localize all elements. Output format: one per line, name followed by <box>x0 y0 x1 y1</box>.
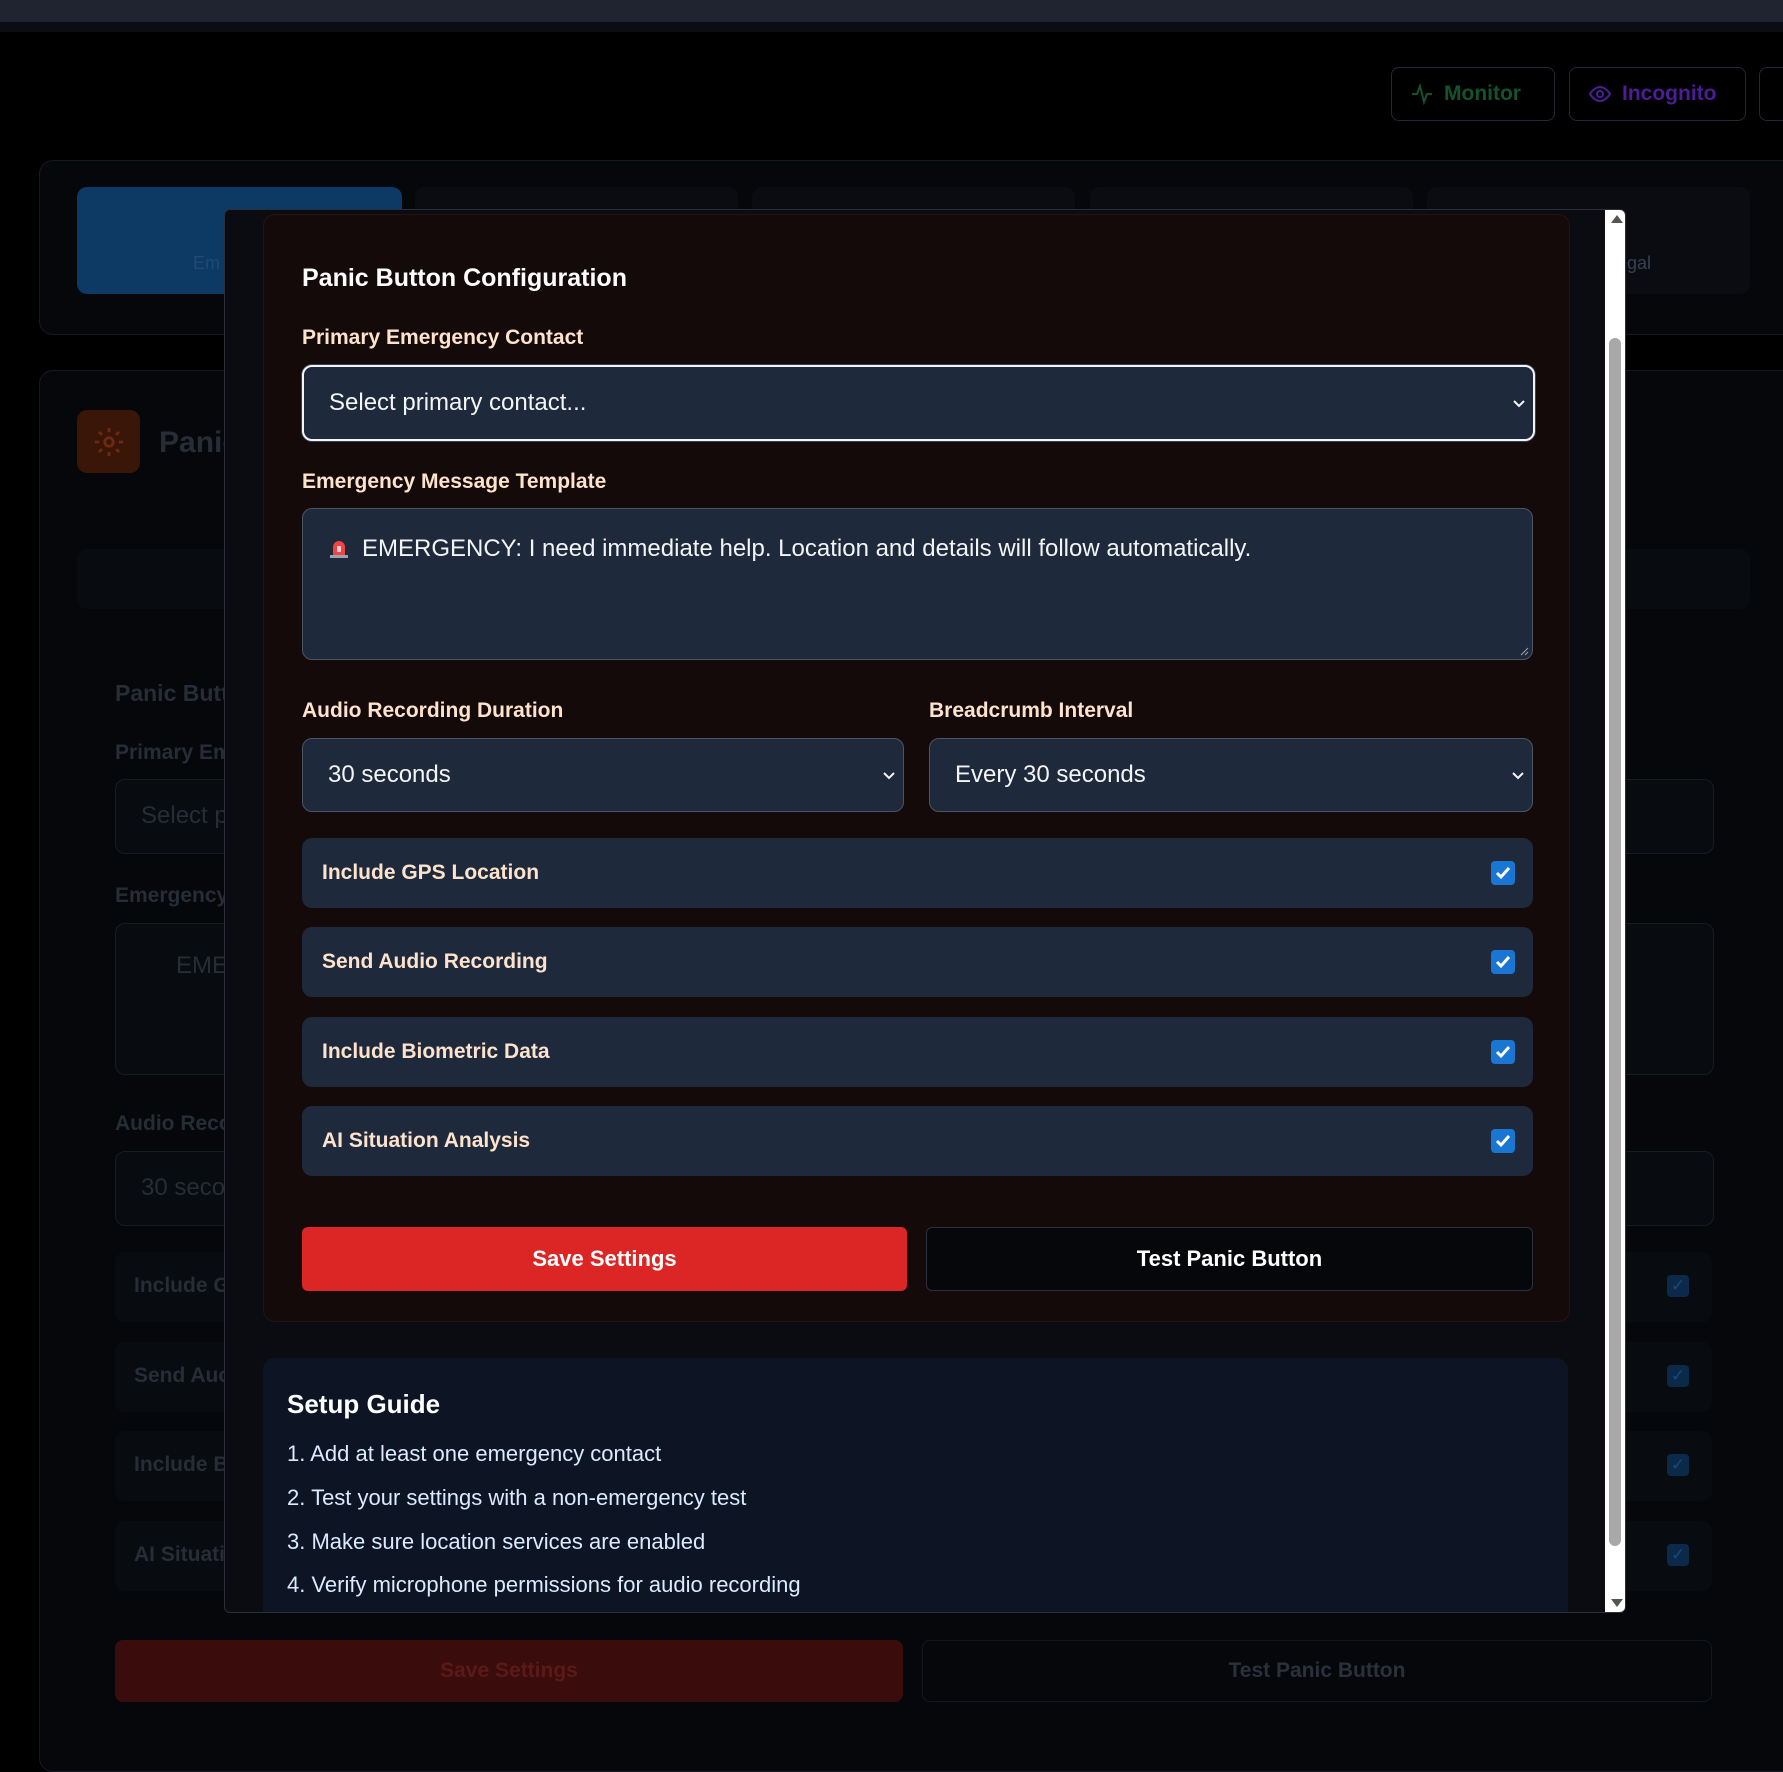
breadcrumb-interval-value: Every 30 seconds <box>955 761 1146 788</box>
guide-step: 4. Verify microphone permissions for aud… <box>287 1572 801 1597</box>
bg-checkbox: ✓ <box>1667 1454 1689 1476</box>
tab-label: Em <box>193 253 220 273</box>
siren-icon <box>330 541 348 558</box>
monitor-button[interactable]: Monitor <box>1391 67 1555 121</box>
toggle-audio-recording: Send Audio Recording <box>302 927 1533 997</box>
bg-primary-label: Primary Em <box>115 741 232 764</box>
config-card: Panic Button Configuration Primary Emerg… <box>263 214 1570 1322</box>
guide-step: 3. Make sure location services are enabl… <box>287 1529 706 1554</box>
header-extra-button[interactable] <box>1759 67 1783 121</box>
scrollbar-thumb[interactable] <box>1609 338 1621 1546</box>
panic-config-modal: Panic Button Configuration Primary Emerg… <box>224 209 1626 1613</box>
gps-location-checkbox[interactable] <box>1491 861 1515 885</box>
bg-form-title: Panic Butt <box>115 680 229 706</box>
incognito-button[interactable]: Incognito <box>1569 67 1746 121</box>
bg-checkbox: ✓ <box>1667 1544 1689 1566</box>
check-icon <box>1495 867 1511 880</box>
test-panic-button[interactable]: Test Panic Button <box>926 1227 1533 1291</box>
check-icon <box>1495 1135 1511 1148</box>
chevron-down-icon <box>1513 400 1525 408</box>
bg-row-label: Include B <box>134 1453 229 1476</box>
activity-icon <box>1412 82 1432 106</box>
toggle-gps-location: Include GPS Location <box>302 838 1533 908</box>
guide-step: 1. Add at least one emergency contact <box>287 1441 662 1466</box>
breadcrumb-interval-label: Breadcrumb Interval <box>929 699 1134 722</box>
chevron-down-icon <box>883 772 895 780</box>
check-icon <box>1495 956 1511 969</box>
settings-gear-icon <box>77 410 140 473</box>
bg-message-value: EME <box>176 952 229 979</box>
scroll-down-arrow-icon[interactable] <box>1611 1599 1623 1607</box>
bg-message-label: Emergency <box>115 884 229 907</box>
toggle-label: Include GPS Location <box>322 861 540 884</box>
toggle-label: Include Biometric Data <box>322 1040 550 1063</box>
setup-guide-title: Setup Guide <box>287 1389 441 1419</box>
bg-row-label: Include G <box>134 1274 230 1297</box>
audio-recording-checkbox[interactable] <box>1491 950 1515 974</box>
message-template-label: Emergency Message Template <box>302 470 607 493</box>
incognito-label: Incognito <box>1622 82 1717 105</box>
audio-duration-label: Audio Recording Duration <box>302 699 564 722</box>
primary-contact-select[interactable]: Select primary contact... <box>302 365 1535 441</box>
ai-analysis-checkbox[interactable] <box>1491 1129 1515 1153</box>
bg-row-label: Send Auc <box>134 1364 231 1387</box>
bg-checkbox: ✓ <box>1667 1365 1689 1387</box>
toggle-ai-analysis: AI Situation Analysis <box>302 1106 1533 1176</box>
primary-contact-label: Primary Emergency Contact <box>302 326 584 349</box>
setup-guide-card: Setup Guide 1. Add at least one emergenc… <box>263 1358 1568 1612</box>
bg-checkbox: ✓ <box>1667 1275 1689 1297</box>
header-divider <box>0 22 1783 32</box>
toggle-label: Send Audio Recording <box>322 950 548 973</box>
save-settings-button[interactable]: Save Settings <box>302 1227 907 1291</box>
scroll-up-arrow-icon[interactable] <box>1611 215 1623 223</box>
toggle-label: AI Situation Analysis <box>322 1129 531 1152</box>
breadcrumb-interval-select[interactable]: Every 30 seconds <box>929 738 1533 812</box>
message-template-value: EMERGENCY: I need immediate help. Locati… <box>362 535 1252 562</box>
guide-step: 2. Test your settings with a non-emergen… <box>287 1485 747 1510</box>
audio-duration-select[interactable]: 30 seconds <box>302 738 904 812</box>
biometric-data-checkbox[interactable] <box>1491 1040 1515 1064</box>
resize-handle-icon[interactable] <box>1519 646 1529 656</box>
message-template-textarea[interactable]: EMERGENCY: I need immediate help. Locati… <box>302 508 1533 660</box>
toggle-biometric-data: Include Biometric Data <box>302 1017 1533 1087</box>
monitor-label: Monitor <box>1444 82 1521 105</box>
bg-save-button: Save Settings <box>115 1640 903 1702</box>
browser-top-strip <box>0 0 1783 22</box>
bg-audio-label: Audio Reco <box>115 1112 232 1135</box>
bg-test-button: Test Panic Button <box>922 1640 1712 1702</box>
check-icon <box>1495 1046 1511 1059</box>
chevron-down-icon <box>1512 772 1524 780</box>
bg-audio-value: 30 seco <box>141 1174 226 1201</box>
bg-select-value: Select p <box>141 802 228 829</box>
bg-row-label: AI Situati <box>134 1543 226 1566</box>
eye-icon <box>1588 85 1612 103</box>
config-title: Panic Button Configuration <box>302 264 627 292</box>
audio-duration-value: 30 seconds <box>328 761 451 788</box>
primary-contact-value: Select primary contact... <box>329 389 587 416</box>
